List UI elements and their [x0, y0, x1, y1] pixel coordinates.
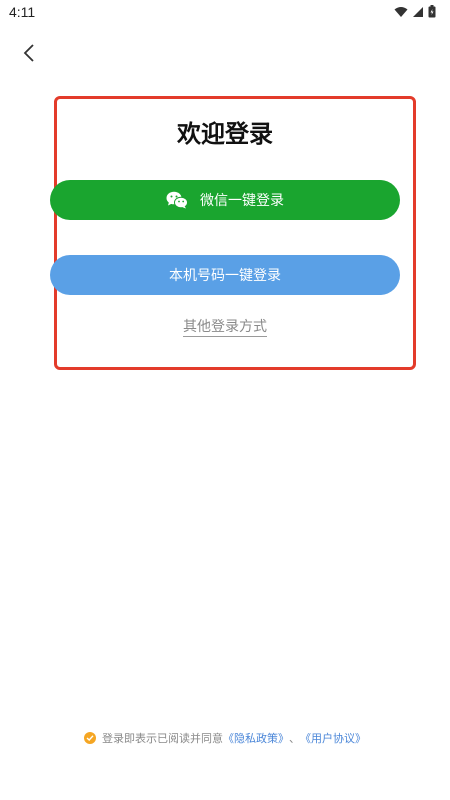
status-time: 4:11: [9, 4, 36, 20]
status-bar: 4:11: [0, 0, 450, 28]
other-login-link[interactable]: 其他登录方式: [183, 319, 267, 337]
wechat-icon: [166, 191, 188, 209]
battery-icon: [428, 5, 436, 18]
phone-login-label: 本机号码一键登录: [169, 268, 281, 284]
back-button[interactable]: [14, 38, 44, 68]
check-icon: [86, 735, 94, 741]
agree-checkbox[interactable]: [84, 732, 96, 744]
privacy-policy-link[interactable]: 《隐私政策》: [223, 730, 289, 746]
wechat-login-button[interactable]: 微信一键登录: [50, 180, 400, 220]
agreement-separator: 、: [289, 732, 300, 745]
status-icons: [394, 5, 436, 18]
other-login-row: 其他登录方式: [0, 316, 450, 337]
user-agreement-link[interactable]: 《用户协议》: [300, 730, 366, 746]
chevron-left-icon: [23, 44, 34, 62]
wechat-login-label: 微信一键登录: [200, 193, 284, 209]
signal-icon: [413, 6, 423, 17]
agreement-text: 登录即表示已阅读并同意: [102, 732, 223, 745]
phone-login-button[interactable]: 本机号码一键登录: [50, 255, 400, 295]
page-title: 欢迎登录: [177, 120, 273, 148]
wifi-icon: [394, 6, 408, 17]
agreement-row: 登录即表示已阅读并同意 《隐私政策》 、 《用户协议》: [0, 730, 450, 746]
login-screen: 4:11 欢迎登录 微信一键登录 本机号码一键登录 其他登录方式 登录即表示已阅…: [0, 0, 450, 800]
